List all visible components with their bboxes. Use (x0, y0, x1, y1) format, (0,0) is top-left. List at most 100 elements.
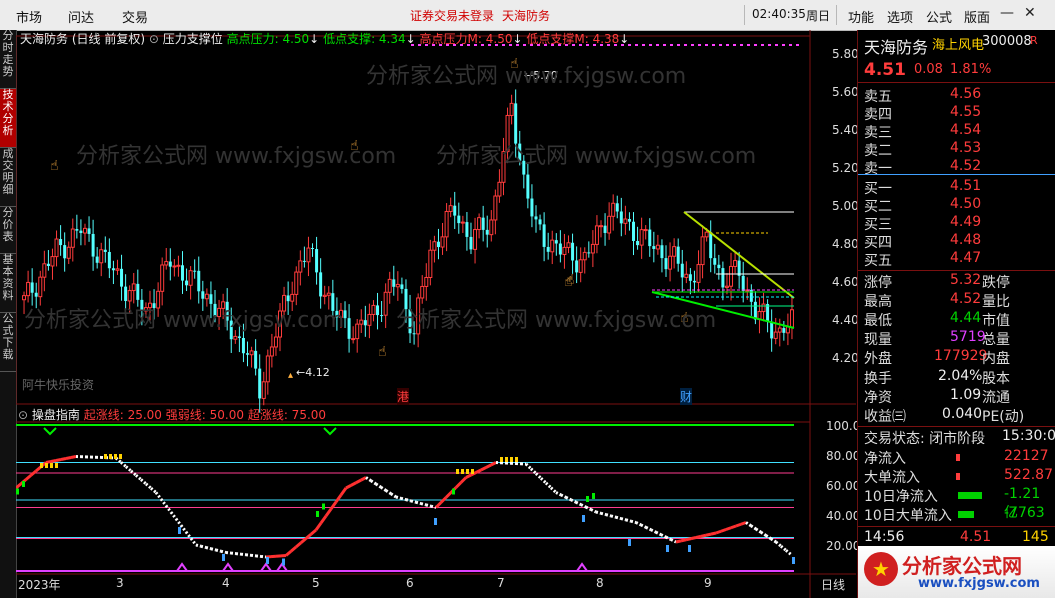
candle-body (753, 301, 757, 320)
candle-body (643, 229, 648, 232)
signal-marker (222, 562, 234, 572)
watermark-small: 阿牛快乐投资 (22, 378, 95, 392)
menu-inquiry[interactable]: 问达 (68, 7, 94, 26)
x-tick: 3 (116, 576, 124, 590)
menu-function[interactable]: 功能 (848, 7, 874, 26)
minimize-icon[interactable]: — (1000, 5, 1014, 21)
bid-label: 买一 (864, 181, 892, 197)
menu-formula[interactable]: 公式 (926, 7, 952, 26)
candle-body (185, 280, 189, 286)
bid-price: 4.48 (950, 232, 982, 248)
candle-body (42, 263, 47, 278)
oscillator-segment (730, 524, 737, 530)
tab-trades[interactable]: 成交明细 (0, 148, 16, 207)
x-tick: 5 (312, 576, 320, 590)
oscillator-segment (385, 489, 392, 496)
peak-block (461, 469, 464, 474)
legend-low-support: 低点支撑: 4.34 (323, 32, 406, 46)
tab-profile[interactable]: 基本资料 (0, 254, 16, 313)
bid-price: 4.47 (950, 250, 982, 266)
close-icon[interactable]: ✕ (1024, 5, 1036, 21)
stat-label: 净资 (864, 390, 892, 406)
candle-body (136, 283, 140, 300)
candle-body (319, 272, 323, 297)
candle-body (724, 285, 729, 288)
candle-body (363, 320, 367, 326)
menu-options[interactable]: 选项 (887, 7, 913, 26)
x-tick: 7 (497, 576, 505, 590)
oscillator-segment (640, 523, 647, 529)
candle-body (315, 249, 319, 273)
oscillator-segment (375, 482, 382, 489)
tab-formula-download[interactable]: 公式下载 (0, 313, 16, 372)
candle-body (558, 243, 562, 255)
oscillator-segment (735, 522, 742, 528)
signal-marker (576, 562, 588, 572)
peak-block (505, 457, 508, 462)
candle-body (655, 244, 660, 250)
candle-body (627, 219, 631, 222)
candle-body (721, 268, 725, 288)
oscillator-segment (750, 524, 757, 531)
oscillator-segment (215, 548, 222, 553)
trading-status-time: 15:30:0 (1002, 428, 1055, 444)
price-tick: 5.40 (832, 123, 859, 137)
oscillator-segment (650, 528, 657, 534)
period-tab-daily[interactable]: 日线 (821, 576, 845, 593)
hand-marker-icon: ☝ (566, 272, 575, 288)
candle-body (526, 174, 530, 199)
candle-body (729, 265, 734, 287)
menu-market[interactable]: 市场 (16, 7, 42, 26)
menu-board[interactable]: 版面 (964, 7, 990, 26)
oscillator-segment (195, 543, 202, 548)
candle-body (120, 268, 124, 287)
candle-body (46, 263, 50, 266)
candle-body (789, 309, 794, 328)
peak-block (515, 457, 518, 462)
candle-body (448, 205, 453, 212)
candle-body (54, 238, 59, 258)
sub-tick: 80.00 (826, 449, 861, 463)
flow-value: 522.87 (1004, 467, 1053, 483)
tab-intraday[interactable]: 分时走势 (0, 30, 16, 89)
kline-chart[interactable]: ☝ ☝ ☝ ☝ ☝ ☝ ☝ ▴ 天海防务 (日线 前复权) ⊙ 压力支撑位 高点压力: 4.5… (16, 30, 860, 598)
stat-label: 总量 (982, 332, 1010, 348)
login-notice[interactable]: 证券交易未登录 (410, 7, 494, 24)
x-tick: 4 (222, 576, 230, 590)
tab-price-table[interactable]: 分价表 (0, 207, 16, 254)
candle-body (578, 259, 583, 273)
oscillator-segment (395, 495, 402, 500)
candle-body (241, 337, 245, 354)
sub-indicator-name[interactable]: 操盘指南 (32, 408, 80, 422)
oscillator-segment (660, 533, 667, 539)
candle-body (700, 236, 705, 266)
ask-price: 4.56 (950, 86, 982, 102)
candle-body (457, 215, 461, 224)
menu-trade[interactable]: 交易 (122, 7, 148, 26)
tab-technical[interactable]: 技术分析 (0, 89, 16, 148)
oscillator-segment (200, 544, 207, 549)
stat-value: 5719 (950, 329, 986, 345)
candle-body (473, 229, 478, 250)
period-label[interactable]: (日线 前复权) (72, 32, 145, 46)
oscillator-segment (670, 538, 677, 544)
sub-indicator-toggle-icon[interactable]: ⊙ (18, 408, 28, 422)
event-marker-finance[interactable]: 财 (680, 388, 693, 405)
peak-block (40, 463, 43, 468)
oscillator-segment (695, 534, 702, 539)
quote-sector[interactable]: 海上风电 (932, 34, 984, 53)
event-marker-hk[interactable]: 港 (397, 388, 410, 405)
clock-weekday: 周日 (806, 9, 831, 23)
marker-icon: ▴ (288, 370, 293, 381)
candle-body (63, 245, 67, 259)
indicator-toggle-icon[interactable]: ⊙ (149, 32, 159, 46)
tick-time: 14:56 (864, 529, 905, 545)
stat-label: 涨停 (864, 275, 892, 291)
candle-body (692, 280, 696, 283)
oscillator-segment (454, 481, 463, 489)
indicator-name[interactable]: 压力支撑位 (163, 32, 223, 46)
watermark: 分析家公式网 www.fxjgsw.com (24, 308, 345, 333)
oscillator-segment (30, 469, 37, 477)
candle-body (347, 318, 351, 339)
candle-body (477, 217, 482, 231)
